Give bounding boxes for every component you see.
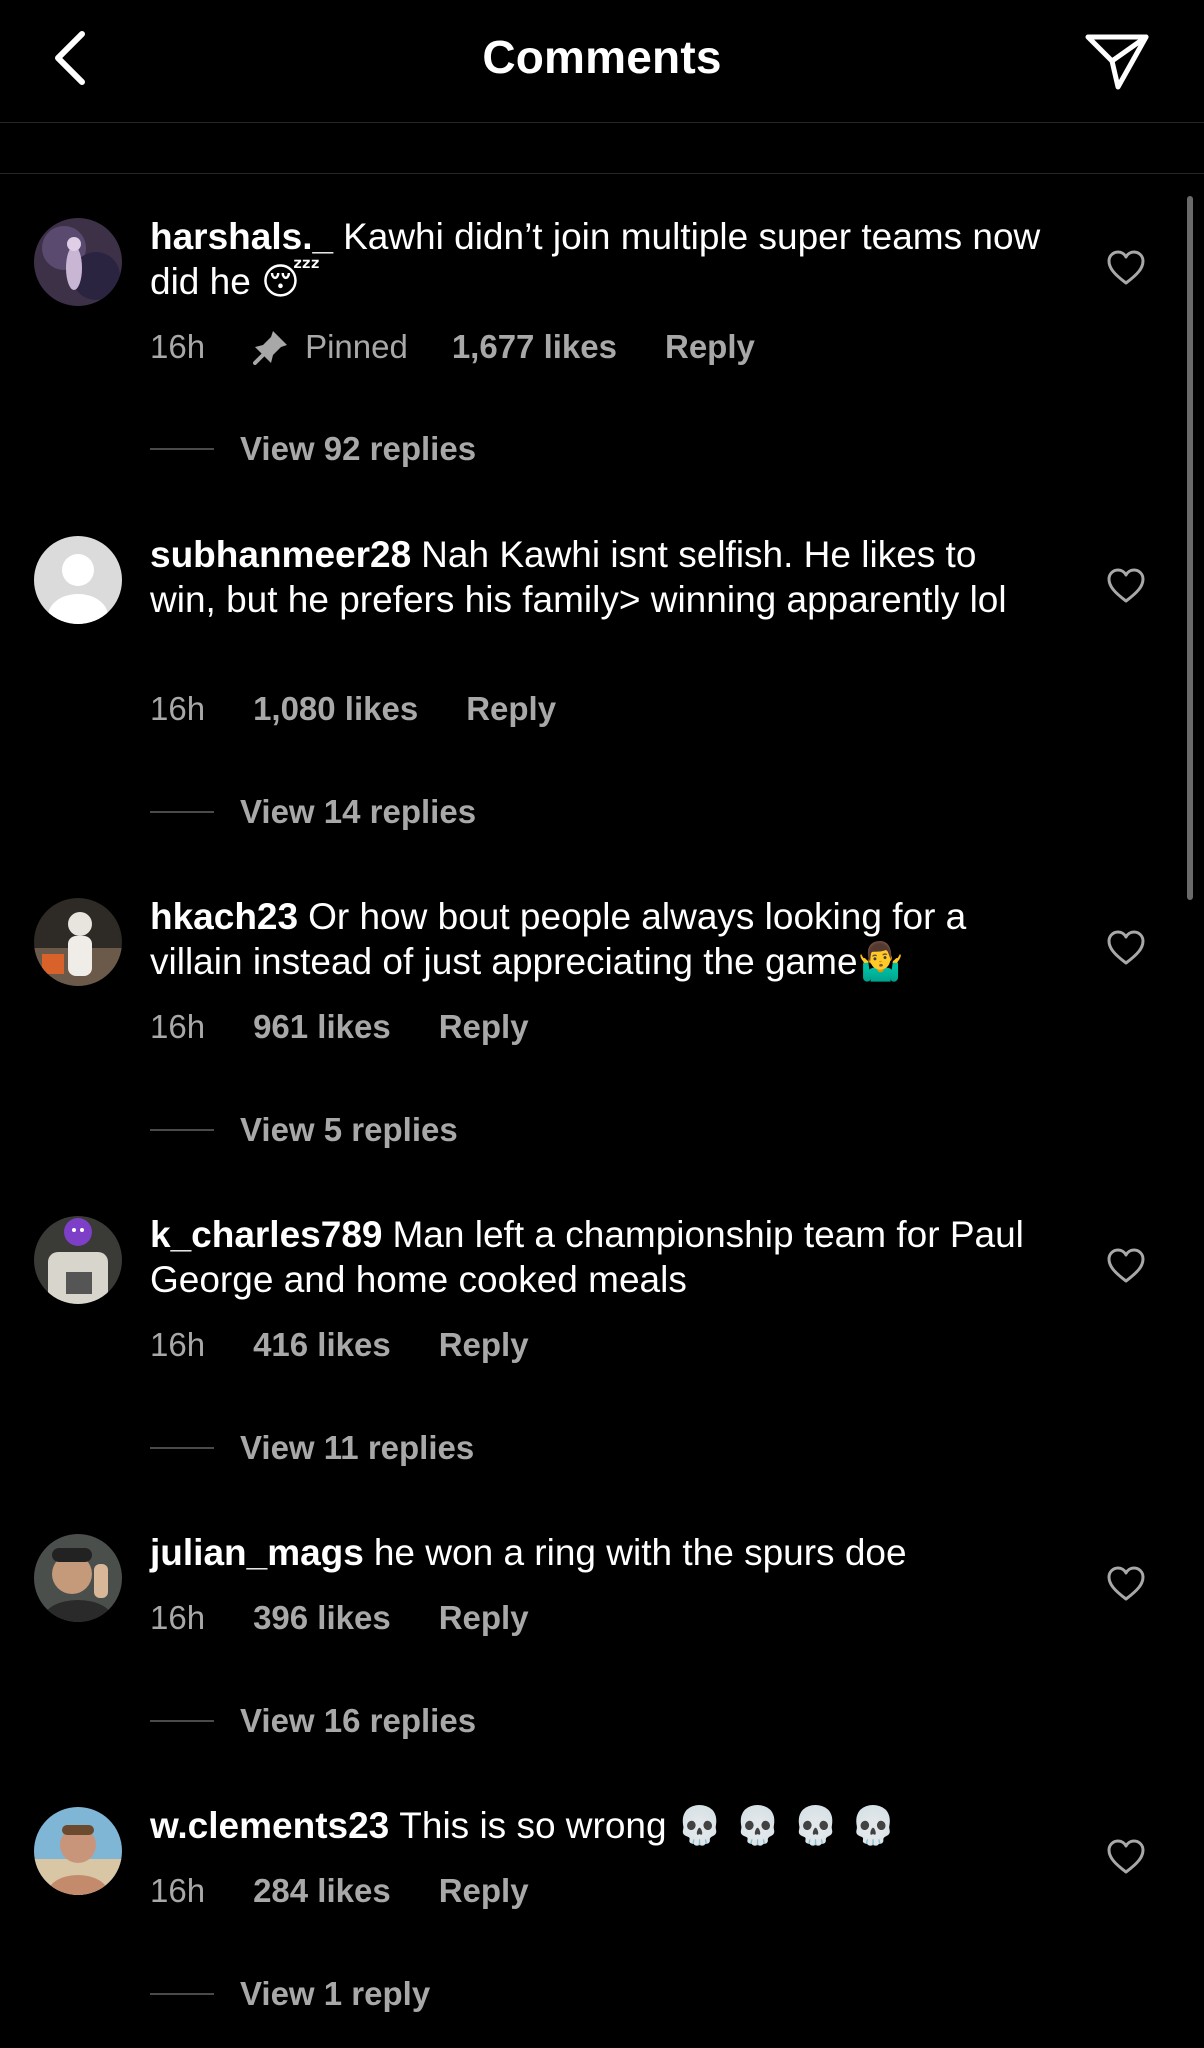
paper-plane-icon <box>1085 34 1149 90</box>
comment-likes[interactable]: 396 likes <box>253 1599 391 1637</box>
view-replies-button[interactable]: View 16 replies <box>150 1702 476 1740</box>
view-replies-button[interactable]: View 92 replies <box>150 430 476 468</box>
reply-button[interactable]: Reply <box>439 1008 529 1046</box>
avatar[interactable] <box>34 1807 122 1895</box>
replies-divider-line <box>150 1720 214 1722</box>
comment-username[interactable]: harshals._ <box>150 216 333 257</box>
heart-icon[interactable] <box>1106 1564 1146 1604</box>
comment-likes[interactable]: 1,677 likes <box>452 328 617 366</box>
view-replies-label: View 11 replies <box>240 1429 475 1466</box>
heart-icon[interactable] <box>1106 566 1146 606</box>
view-replies-label: View 92 replies <box>240 430 477 467</box>
comment-body: he won a ring with the spurs doe <box>373 1532 907 1573</box>
comment-body: This is so wrong <box>399 1805 667 1846</box>
replies-divider-line <box>150 448 214 450</box>
comment-text: w.clements23 This is so wrong 💀 💀 💀 💀 <box>150 1803 1050 1848</box>
reply-button[interactable]: Reply <box>665 328 755 366</box>
top-bar: Comments <box>0 0 1204 123</box>
heart-icon[interactable] <box>1106 1246 1146 1286</box>
comment-likes[interactable]: 284 likes <box>253 1872 391 1910</box>
scrollbar[interactable] <box>1187 196 1193 900</box>
comment-time: 16h <box>150 1599 206 1636</box>
view-replies-label: View 16 replies <box>240 1702 477 1739</box>
view-replies-label: View 1 reply <box>240 1975 431 2012</box>
page-title: Comments <box>482 31 722 83</box>
comment-meta: 16h 396 likes Reply <box>150 1599 529 1637</box>
pinned-badge: Pinned <box>253 328 408 366</box>
view-replies-button[interactable]: View 5 replies <box>150 1111 458 1149</box>
sleeping-face-emoji: 😴 <box>261 260 321 303</box>
comment-username[interactable]: k_charles789 <box>150 1214 382 1255</box>
view-replies-button[interactable]: View 11 replies <box>150 1429 474 1467</box>
comment-time: 16h <box>150 1872 206 1909</box>
man-shrugging-emoji: 🤷‍♂️ <box>857 940 904 983</box>
avatar[interactable] <box>34 1534 122 1622</box>
heart-icon[interactable] <box>1106 248 1146 288</box>
view-replies-button[interactable]: View 1 reply <box>150 1975 430 2013</box>
avatar[interactable] <box>34 898 122 986</box>
comment-meta: 16h 416 likes Reply <box>150 1326 529 1364</box>
pin-icon <box>253 331 288 365</box>
view-replies-button[interactable]: View 14 replies <box>150 793 476 831</box>
heart-icon[interactable] <box>1106 928 1146 968</box>
heart-icon[interactable] <box>1106 1837 1146 1877</box>
view-replies-label: View 14 replies <box>240 793 477 830</box>
comment-username[interactable]: hkach23 <box>150 896 298 937</box>
reply-button[interactable]: Reply <box>439 1326 529 1364</box>
skull-emoji: 💀 💀 💀 💀 <box>676 1804 897 1847</box>
comment-text: subhanmeer28 Nah Kawhi isnt selfish. He l… <box>150 532 1050 622</box>
comment-text: julian_mags he won a ring with the spurs … <box>150 1530 1050 1575</box>
comment-time: 16h <box>150 690 206 727</box>
pinned-label: Pinned <box>305 328 408 365</box>
replies-divider-line <box>150 1129 214 1131</box>
comment-time: 16h <box>150 328 206 365</box>
comment-likes[interactable]: 1,080 likes <box>253 690 418 728</box>
comment-text: harshals._ Kawhi didn’t join multiple sup… <box>150 214 1050 304</box>
comment-time: 16h <box>150 1326 206 1363</box>
replies-divider-line <box>150 1993 214 1995</box>
avatar[interactable] <box>34 1216 122 1304</box>
comment-username[interactable]: subhanmeer28 <box>150 534 411 575</box>
comment-meta: 16h 284 likes Reply <box>150 1872 529 1910</box>
reply-button[interactable]: Reply <box>439 1599 529 1637</box>
caption-divider <box>0 124 1204 174</box>
view-replies-label: View 5 replies <box>240 1111 458 1148</box>
reply-button[interactable]: Reply <box>439 1872 529 1910</box>
avatar[interactable] <box>34 218 122 306</box>
comment-meta: 16h 961 likes Reply <box>150 1008 529 1046</box>
comment-meta: 16h 1,080 likes Reply <box>150 690 556 728</box>
comment-text: k_charles789 Man left a championship team… <box>150 1212 1050 1302</box>
comment-likes[interactable]: 961 likes <box>253 1008 391 1046</box>
comment-username[interactable]: julian_mags <box>150 1532 364 1573</box>
comment-username[interactable]: w.clements23 <box>150 1805 389 1846</box>
replies-divider-line <box>150 811 214 813</box>
share-button[interactable] <box>1082 28 1152 94</box>
reply-button[interactable]: Reply <box>466 690 556 728</box>
comment-likes[interactable]: 416 likes <box>253 1326 391 1364</box>
replies-divider-line <box>150 1447 214 1449</box>
avatar[interactable] <box>34 536 122 624</box>
comment-meta: 16h Pinned 1,677 likes Reply <box>150 328 755 366</box>
comment-text: hkach23 Or how bout people always looking… <box>150 894 1050 984</box>
comment-time: 16h <box>150 1008 206 1045</box>
